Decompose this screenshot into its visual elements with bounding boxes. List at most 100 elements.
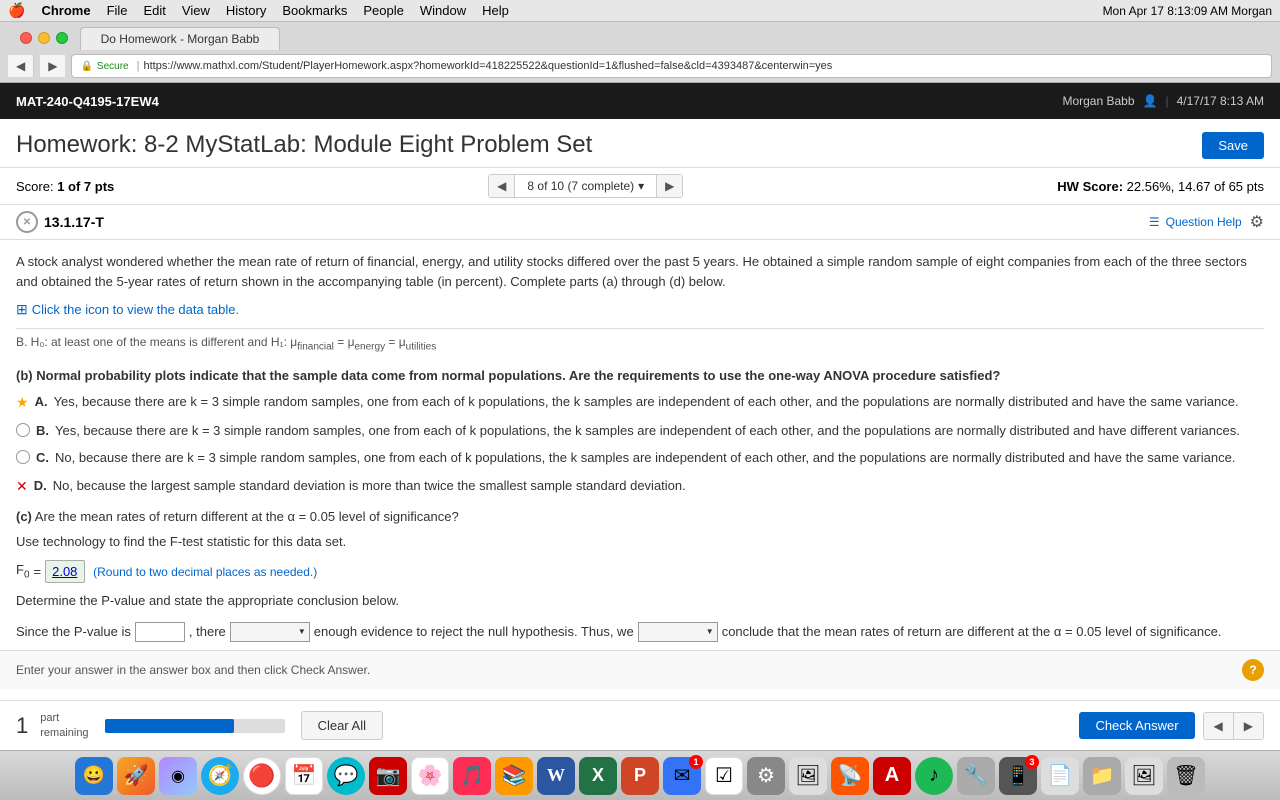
user-icon: 👤 — [1143, 94, 1158, 108]
fullscreen-button[interactable] — [56, 32, 68, 44]
dock-itunes[interactable]: 🎵 — [453, 757, 491, 795]
menu-window[interactable]: Window — [420, 3, 466, 18]
menu-help[interactable]: Help — [482, 3, 509, 18]
dock-safari[interactable]: 🧭 — [201, 757, 239, 795]
apple-menu[interactable]: 🍎 — [8, 2, 25, 19]
menu-history[interactable]: History — [226, 3, 266, 18]
answer-option-d[interactable]: ✕ D. No, because the largest sample stan… — [16, 474, 1264, 499]
check-answer-button[interactable]: Check Answer — [1079, 712, 1194, 739]
pvalue-dropdown1[interactable]: is is not — [230, 622, 310, 642]
dropdown-wrapper-1: is is not ▼ — [230, 622, 310, 642]
dock-spotify[interactable]: ♪ — [915, 757, 953, 795]
menu-edit[interactable]: Edit — [144, 3, 166, 18]
dock-system-prefs[interactable]: ⚙ — [747, 757, 785, 795]
dock-word[interactable]: W — [537, 757, 575, 795]
pvalue-input[interactable] — [135, 622, 185, 642]
dock-calendar[interactable]: 📅 — [285, 757, 323, 795]
user-info: Morgan Babb 👤 | 4/17/17 8:13 AM — [1062, 94, 1264, 108]
menu-file[interactable]: File — [107, 3, 128, 18]
answer-option-c[interactable]: C. No, because there are k = 3 simple ra… — [16, 446, 1264, 470]
dock-collage[interactable]: 🖼 — [1125, 757, 1163, 795]
dock-trash[interactable]: 🗑 — [1167, 757, 1205, 795]
part-b: (b) Normal probability plots indicate th… — [16, 366, 1264, 499]
menu-bookmarks[interactable]: Bookmarks — [282, 3, 347, 18]
forward-button[interactable]: ▶ — [40, 55, 65, 77]
question-nav-text: 8 of 10 (7 complete) — [527, 179, 634, 193]
dock-excel[interactable]: X — [579, 757, 617, 795]
dock-dish[interactable]: 📡 — [831, 757, 869, 795]
dock-finder[interactable]: 😀 — [75, 757, 113, 795]
dock-siri[interactable]: ◉ — [159, 757, 197, 795]
user-name: Morgan Babb — [1062, 94, 1134, 108]
dock-mail[interactable]: ✉ 1 — [663, 757, 701, 795]
bottom-next-button[interactable]: ▶ — [1234, 713, 1263, 739]
answer-option-a[interactable]: ★ A. Yes, because there are k = 3 simple… — [16, 390, 1264, 415]
dock-chrome[interactable]: 🔴 — [243, 757, 281, 795]
menu-right: Mon Apr 17 8:13:09 AM Morgan — [1103, 4, 1272, 18]
save-button[interactable]: Save — [1202, 132, 1264, 159]
option-a-text: Yes, because there are k = 3 simple rand… — [54, 392, 1239, 412]
prev-question-button[interactable]: ◀ — [489, 175, 515, 197]
question-id-icon: ✕ — [16, 211, 38, 233]
dock-unknown1[interactable]: 🖼 — [789, 757, 827, 795]
part-b-text: Normal probability plots indicate that t… — [36, 368, 1000, 383]
close-button[interactable] — [20, 32, 32, 44]
dock-photos[interactable]: 🌸 — [411, 757, 449, 795]
f-label: F0 — [16, 560, 30, 583]
menu-view[interactable]: View — [182, 3, 210, 18]
course-name: MAT-240-Q4195-17EW4 — [16, 94, 159, 109]
menu-bar: 🍎 Chrome File Edit View History Bookmark… — [0, 0, 1280, 22]
hw-score-info: HW Score: 22.56%, 14.67 of 65 pts — [1057, 179, 1264, 194]
back-button[interactable]: ◀ — [8, 55, 34, 77]
dock-photobooth[interactable]: 📷 — [369, 757, 407, 795]
remaining-text: remaining — [40, 726, 88, 740]
menu-people[interactable]: People — [363, 3, 403, 18]
radio-b — [16, 423, 30, 437]
clear-all-button[interactable]: Clear All — [301, 711, 383, 740]
dropdown-wrapper-2: can cannot ▼ — [638, 622, 718, 642]
question-navigator: ◀ 8 of 10 (7 complete) ▾ ▶ — [488, 174, 683, 198]
dock-reminder[interactable]: ☑ — [705, 757, 743, 795]
bottom-prev-button[interactable]: ◀ — [1204, 713, 1234, 739]
part-number: 1 — [16, 713, 28, 739]
next-question-button[interactable]: ▶ — [656, 175, 682, 197]
dock-powerpoint[interactable]: P — [621, 757, 659, 795]
pvalue-suffix: conclude that the mean rates of return a… — [722, 619, 1222, 645]
question-id: ✕ 13.1.17-T — [16, 211, 104, 233]
secure-label: Secure — [97, 61, 129, 72]
pvalue-dropdown2[interactable]: can cannot — [638, 622, 718, 642]
address-bar[interactable]: 🔒 Secure | https://www.mathxl.com/Studen… — [71, 54, 1272, 78]
score-info: Score: 1 of 7 pts — [16, 179, 114, 194]
main-content: A stock analyst wondered whether the mea… — [0, 240, 1280, 650]
help-icon[interactable]: ? — [1242, 659, 1264, 681]
part-info: part remaining — [40, 711, 88, 740]
question-selector[interactable]: 8 of 10 (7 complete) ▾ — [519, 175, 652, 197]
option-c-text: No, because there are k = 3 simple rando… — [55, 448, 1235, 468]
f-equals: = — [34, 562, 42, 582]
menu-chrome[interactable]: Chrome — [41, 3, 90, 18]
dock: 😀 🚀 ◉ 🧭 🔴 📅 💬 📷 🌸 🎵 📚 W X P ✉ 1 ☑ ⚙ 🖼 📡 … — [0, 750, 1280, 800]
dock-launchpad[interactable]: 🚀 — [117, 757, 155, 795]
url-text: https://www.mathxl.com/Student/PlayerHom… — [143, 60, 832, 72]
dock-unknown2[interactable]: 🔧 — [957, 757, 995, 795]
dock-app4[interactable]: 📄 — [1041, 757, 1079, 795]
answer-option-b[interactable]: B. Yes, because there are k = 3 simple r… — [16, 419, 1264, 443]
dock-finder2[interactable]: 📁 — [1083, 757, 1121, 795]
settings-icon[interactable]: ⚙ — [1250, 212, 1264, 232]
dock-app3[interactable]: 📱 3 — [999, 757, 1037, 795]
bottom-nav-arrows: ◀ ▶ — [1203, 712, 1264, 740]
score-nav-bar: Score: 1 of 7 pts ◀ 8 of 10 (7 complete)… — [0, 168, 1280, 205]
cut-text: B. H₀: at least one of the means is diff… — [16, 328, 1264, 358]
hw-score-label: HW Score: — [1057, 179, 1123, 194]
minimize-button[interactable] — [38, 32, 50, 44]
dropdown-icon: ▾ — [638, 179, 644, 193]
question-help-button[interactable]: ☰ Question Help — [1149, 215, 1242, 229]
dock-ibooks[interactable]: 📚 — [495, 757, 533, 795]
data-table-link[interactable]: ⊞ Click the icon to view the data table. — [16, 299, 1264, 320]
browser-tab[interactable]: Do Homework - Morgan Babb — [80, 27, 280, 50]
enter-answer-text: Enter your answer in the answer box and … — [16, 663, 370, 677]
dock-messages[interactable]: 💬 — [327, 757, 365, 795]
f-stat-line: F0 = 2.08 (Round to two decimal places a… — [16, 560, 1264, 584]
dock-acrobat[interactable]: A — [873, 757, 911, 795]
answer-area: Enter your answer in the answer box and … — [0, 650, 1280, 689]
